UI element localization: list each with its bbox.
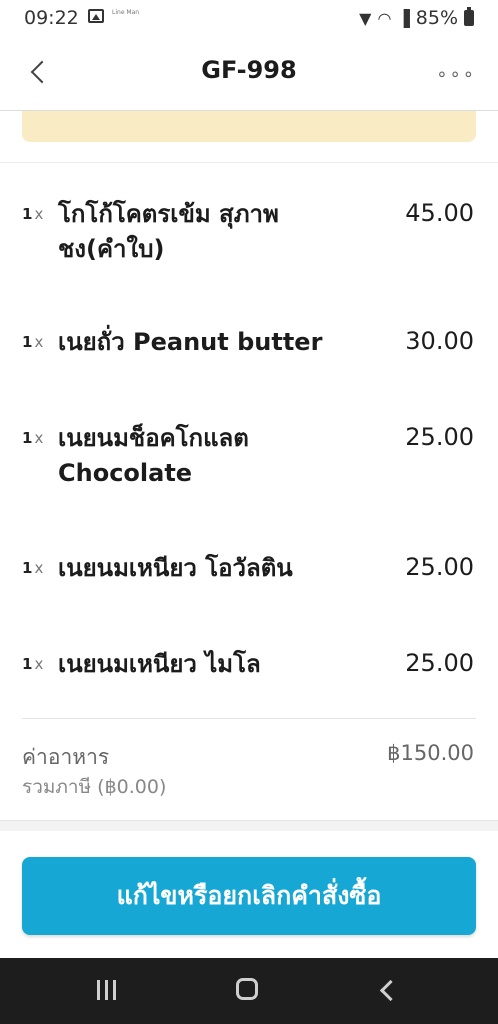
home-button[interactable] <box>236 978 258 1000</box>
location-icon: ▼ <box>359 8 372 28</box>
gallery-icon <box>88 9 104 23</box>
edit-or-cancel-order-button[interactable]: แก้ไขหรือยกเลิกคำสั่งซื้อ <box>22 857 476 935</box>
tax-note: รวมภาษี (฿0.00) <box>22 776 167 798</box>
edit-or-cancel-order-label: แก้ไขหรือยกเลิกคำสั่งซื้อ <box>116 881 382 910</box>
status-bar: 09:22 Line Man ▼ ◠ ▐ 85% <box>0 0 498 36</box>
app-header: GF-998 ∘∘∘ <box>0 36 498 111</box>
divider <box>22 718 476 719</box>
item-quantity: 1x <box>22 333 44 351</box>
system-back-button[interactable] <box>379 979 402 1002</box>
battery-icon <box>464 7 474 26</box>
signal-icon: ▐ <box>397 8 410 28</box>
item-name: เนยนมช็อคโกแลต Chocolate <box>58 424 249 487</box>
item-quantity: 1x <box>22 559 44 577</box>
food-cost-total: ฿150.00 <box>387 741 474 765</box>
divider <box>0 162 498 163</box>
item-price: 25.00 <box>405 649 474 677</box>
page-title: GF-998 <box>201 56 297 84</box>
item-price: 25.00 <box>405 553 474 581</box>
item-quantity: 1x <box>22 205 44 223</box>
battery-percent: 85% <box>415 7 458 29</box>
recent-apps-button[interactable] <box>97 980 116 1000</box>
app-notification-icon: Line Man <box>112 9 140 16</box>
item-price: 25.00 <box>405 423 474 451</box>
item-price: 30.00 <box>405 327 474 355</box>
item-name: เนยถั่ว Peanut butter <box>58 328 323 356</box>
status-time: 09:22 <box>24 7 79 29</box>
more-options-button[interactable]: ∘∘∘ <box>436 64 476 85</box>
item-price: 45.00 <box>405 199 474 227</box>
item-name: เนยนมเหนียว ไมโล <box>58 650 261 678</box>
item-name: โกโก้โคตรเข้ม สุภาพ ชง(คำใบ) <box>58 200 279 263</box>
status-right: ▼ ◠ ▐ 85% <box>359 7 474 29</box>
system-nav-bar <box>0 958 498 1024</box>
item-quantity: 1x <box>22 655 44 673</box>
section-divider <box>0 820 498 831</box>
food-cost-label: ค่าอาหาร <box>22 745 110 769</box>
item-name: เนยนมเหนียว โอวัลติน <box>58 554 293 582</box>
item-quantity: 1x <box>22 429 44 447</box>
notice-banner <box>22 111 476 142</box>
wifi-icon: ◠ <box>377 8 392 28</box>
